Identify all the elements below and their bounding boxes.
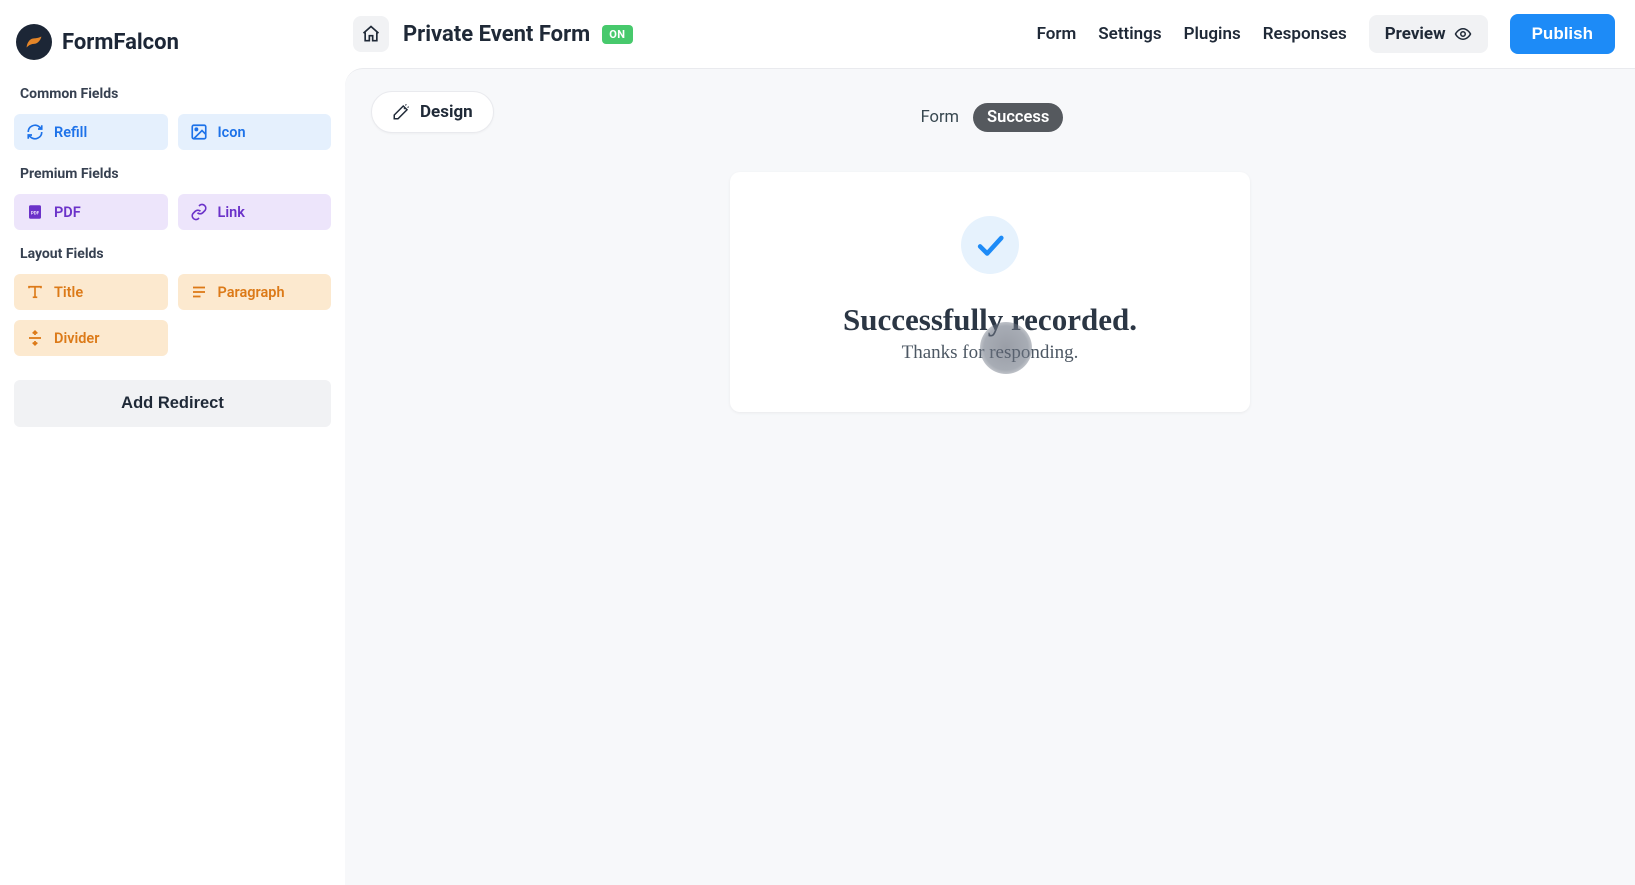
image-icon: [190, 123, 208, 141]
status-badge: ON: [602, 25, 632, 44]
brand[interactable]: FormFalcon: [16, 24, 331, 60]
nav-form[interactable]: Form: [1037, 24, 1077, 44]
mode-tab-form[interactable]: Form: [917, 104, 963, 131]
divider-icon: [26, 329, 44, 347]
wand-icon: [392, 103, 410, 121]
type-icon: [26, 283, 44, 301]
field-label: PDF: [54, 204, 81, 221]
field-label: Refill: [54, 124, 87, 141]
field-label: Link: [218, 204, 245, 221]
preview-button[interactable]: Preview: [1369, 15, 1488, 53]
home-button[interactable]: [353, 16, 389, 52]
mode-tabs: Form Success: [371, 103, 1609, 132]
main: Private Event Form ON Form Settings Plug…: [345, 0, 1635, 885]
page-title: Private Event Form: [403, 22, 590, 47]
section-label-layout: Layout Fields: [20, 246, 331, 262]
check-icon: [961, 216, 1019, 274]
sidebar: FormFalcon Common Fields Refill Icon Pre…: [0, 0, 345, 885]
publish-button[interactable]: Publish: [1510, 14, 1615, 54]
eye-icon: [1454, 25, 1472, 43]
field-label: Icon: [218, 124, 246, 141]
section-label-common: Common Fields: [20, 86, 331, 102]
brand-logo-icon: [16, 24, 52, 60]
canvas: Design Form Success Successfully recorde…: [345, 68, 1635, 885]
svg-text:PDF: PDF: [31, 210, 40, 216]
success-card[interactable]: Successfully recorded. Thanks for respon…: [730, 172, 1250, 412]
brand-name: FormFalcon: [62, 30, 179, 55]
field-pdf[interactable]: PDF PDF: [14, 194, 168, 230]
topbar: Private Event Form ON Form Settings Plug…: [345, 0, 1635, 68]
field-label: Paragraph: [218, 284, 285, 301]
nav-settings[interactable]: Settings: [1098, 24, 1161, 44]
field-divider[interactable]: Divider: [14, 320, 168, 356]
add-redirect-button[interactable]: Add Redirect: [14, 380, 331, 427]
home-icon: [361, 24, 381, 44]
field-title[interactable]: Title: [14, 274, 168, 310]
field-icon[interactable]: Icon: [178, 114, 332, 150]
success-title: Successfully recorded.: [758, 302, 1222, 338]
field-refill[interactable]: Refill: [14, 114, 168, 150]
preview-label: Preview: [1385, 24, 1446, 44]
mode-tab-success[interactable]: Success: [973, 103, 1063, 132]
field-label: Title: [54, 284, 83, 301]
nav-plugins[interactable]: Plugins: [1184, 24, 1241, 44]
link-icon: [190, 203, 208, 221]
pdf-icon: PDF: [26, 203, 44, 221]
nav-responses[interactable]: Responses: [1263, 24, 1347, 44]
field-paragraph[interactable]: Paragraph: [178, 274, 332, 310]
design-button[interactable]: Design: [371, 91, 494, 133]
design-label: Design: [420, 102, 473, 122]
field-label: Divider: [54, 330, 99, 347]
field-link[interactable]: Link: [178, 194, 332, 230]
section-label-premium: Premium Fields: [20, 166, 331, 182]
refresh-icon: [26, 123, 44, 141]
paragraph-icon: [190, 283, 208, 301]
success-subtitle: Thanks for responding.: [758, 342, 1222, 364]
